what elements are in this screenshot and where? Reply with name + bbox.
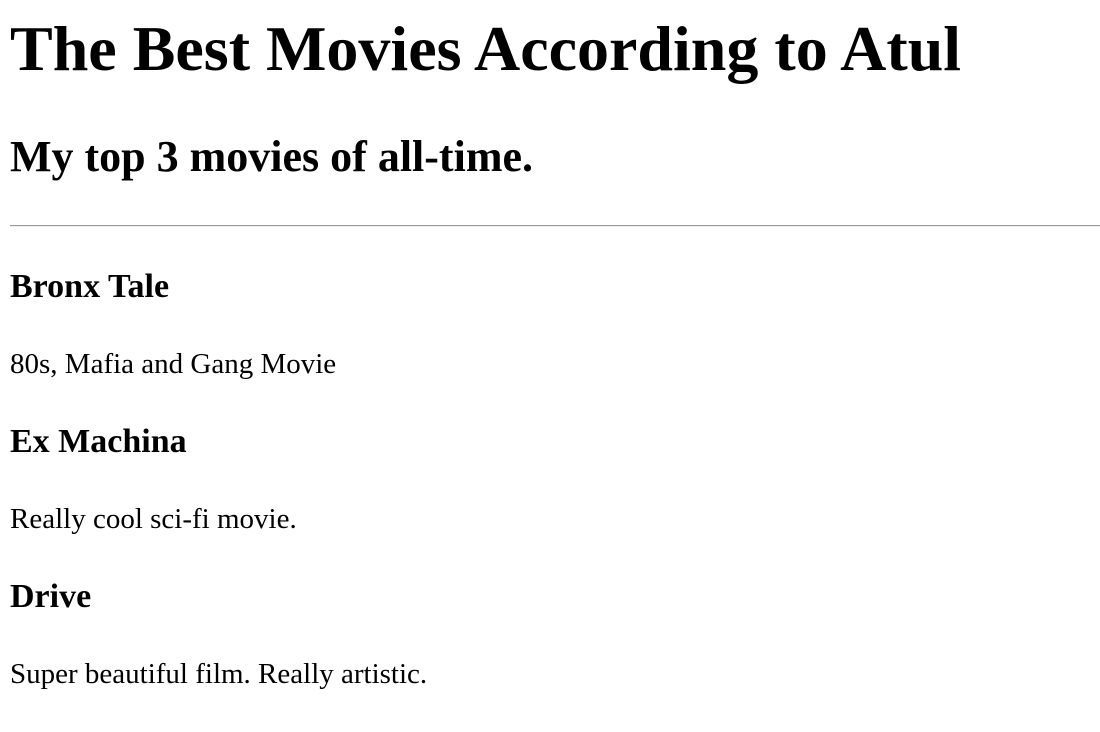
movie-description-ex-machina: Really cool sci-fi movie. <box>10 503 297 535</box>
movie-title-drive: Drive <box>10 578 92 615</box>
page: The Best Movies According to Atul My top… <box>0 0 1100 732</box>
movie-description-drive: Super beautiful film. Really artistic. <box>10 658 428 690</box>
movie-title-bronx-tale: Bronx Tale <box>10 268 170 305</box>
movie-description-bronx-tale: 80s, Mafia and Gang Movie <box>10 348 337 380</box>
horizontal-divider <box>10 225 1100 227</box>
page-subtitle: My top 3 movies of all-time. <box>10 132 533 181</box>
page-title: The Best Movies According to Atul <box>10 13 962 84</box>
movie-title-ex-machina: Ex Machina <box>10 423 187 460</box>
